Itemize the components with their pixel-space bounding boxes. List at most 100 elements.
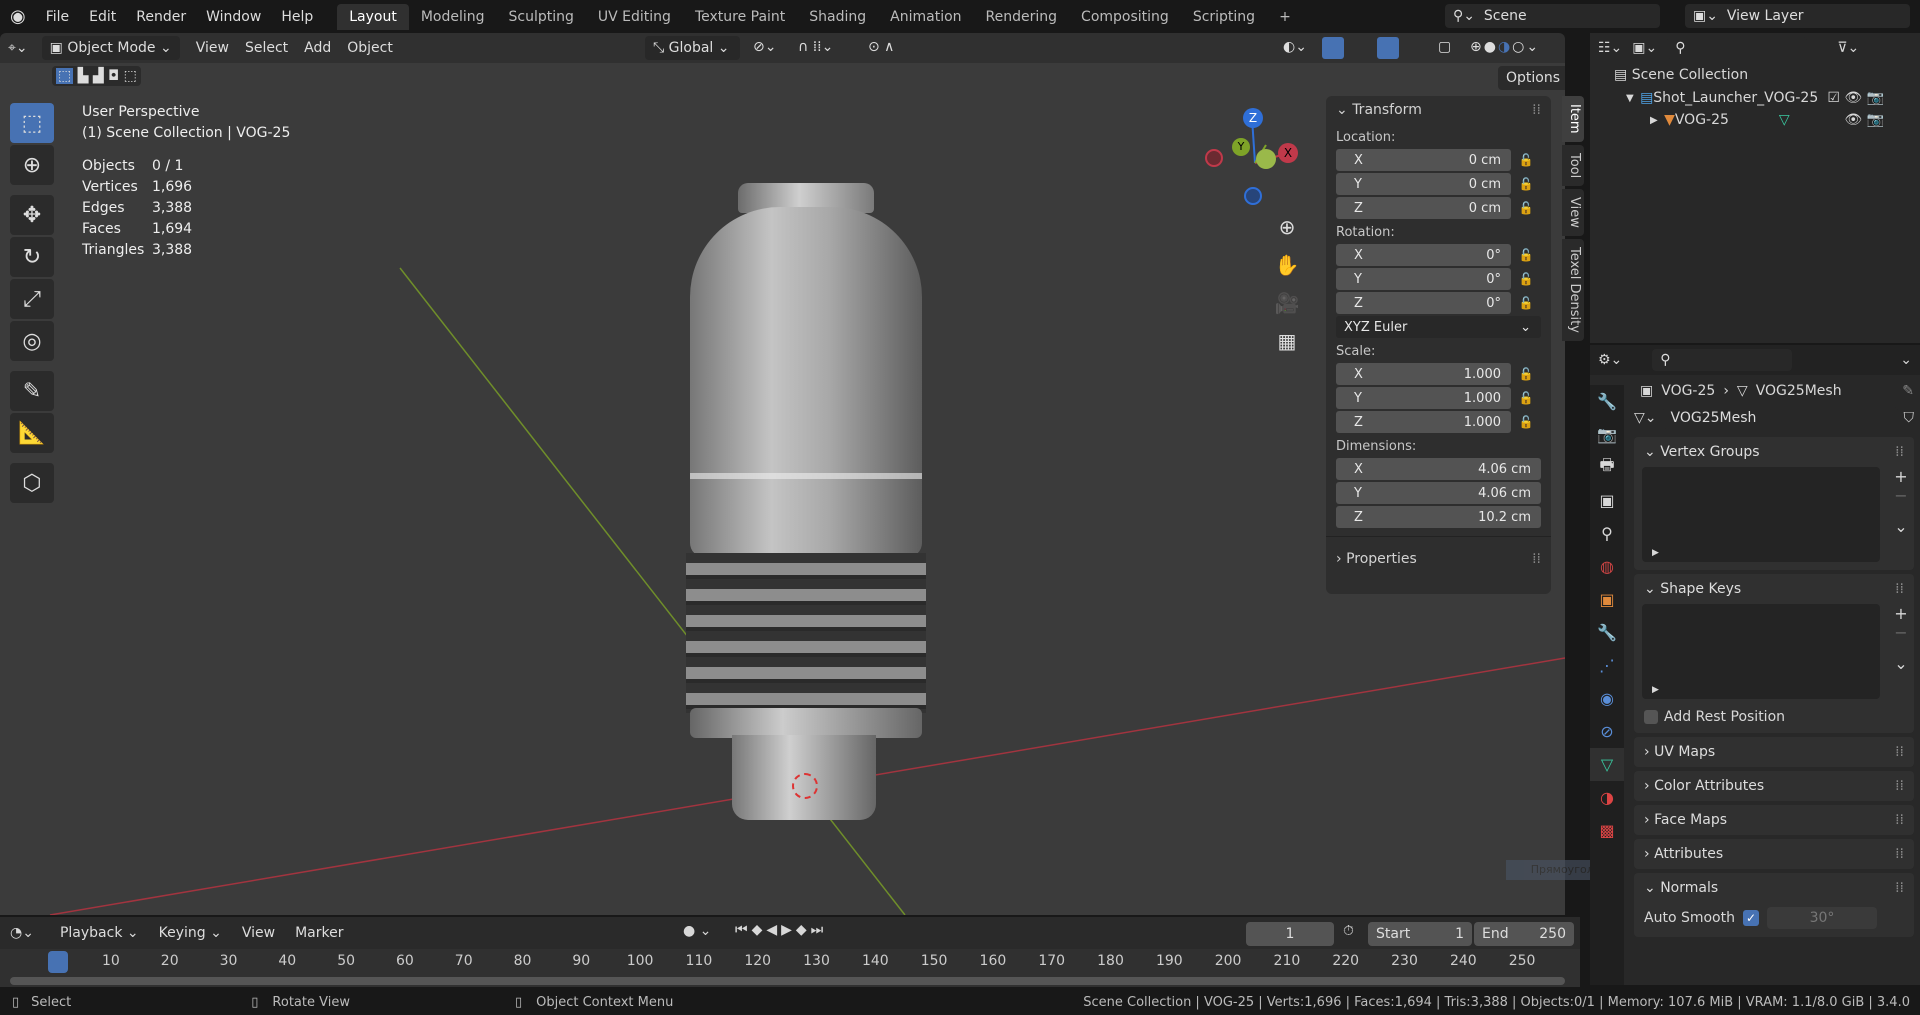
tab-view[interactable]: View [1562, 188, 1584, 236]
vertex-groups-list[interactable]: ▶ [1642, 467, 1880, 562]
add-rest-position-checkbox[interactable] [1644, 710, 1658, 724]
rot-y-field[interactable]: Y 0° [1336, 268, 1511, 290]
physics-tab-icon[interactable]: ◉ [1590, 682, 1624, 715]
camera-icon[interactable]: 🎥 [1272, 284, 1302, 322]
menu-keying[interactable]: Keying ⌄ [151, 922, 230, 944]
fake-user-icon[interactable]: ⛉ [1904, 410, 1915, 426]
move-tool-icon[interactable]: ✥ [10, 195, 54, 235]
specials-menu-icon[interactable]: ⌄ [1888, 654, 1914, 673]
pivot-icon[interactable]: ⊘⌄ [745, 36, 784, 58]
auto-smooth-angle-field[interactable]: 30° [1766, 907, 1877, 929]
view-layer-selector[interactable]: ▣⌄ View Layer [1685, 4, 1910, 28]
face-maps-panel[interactable]: › Face Maps ⁞⁞ [1634, 805, 1914, 835]
navigation-gizmo[interactable]: Z X Y [1200, 103, 1310, 213]
render-tab-icon[interactable]: 📷 [1590, 418, 1624, 451]
collapse-icon[interactable]: ⌄ [1900, 352, 1912, 368]
constraints-tab-icon[interactable]: ⊘ [1590, 715, 1624, 748]
specials-menu-icon[interactable]: ⌄ [1888, 517, 1914, 536]
dim-z-field[interactable]: Z 10.2 cm [1336, 506, 1541, 528]
gizmo-x[interactable]: X [1278, 143, 1298, 163]
attributes-panel[interactable]: › Attributes ⁞⁞ [1634, 839, 1914, 869]
checkbox-icon[interactable]: ☑ 👁 📷 [1827, 90, 1884, 106]
add-vertex-group-icon[interactable]: + [1888, 467, 1914, 486]
shading-modes-icon[interactable]: ⊕●◑○⌄ [1462, 36, 1548, 58]
dim-x-field[interactable]: X 4.06 cm [1336, 458, 1541, 480]
lock-icon[interactable]: 🔓 [1511, 248, 1541, 262]
menu-file[interactable]: File [36, 9, 79, 25]
shape-keys-list[interactable]: ▶ [1642, 604, 1880, 699]
gizmo-toggle-icon[interactable] [1322, 37, 1344, 59]
select-mode-icons[interactable]: ⬚ ▙ ▟ ◘ ⬚ [52, 66, 141, 86]
vertex-groups-header[interactable]: ⌄ Vertex Groups [1644, 444, 1760, 460]
overlay-toggle-icon[interactable] [1377, 37, 1399, 59]
gizmo-neg-x[interactable] [1205, 149, 1223, 167]
stopwatch-icon[interactable]: ⏱ [1343, 923, 1354, 939]
gizmo-z[interactable]: Z [1243, 108, 1263, 128]
mesh-browse-icon[interactable]: ▽⌄ [1634, 410, 1657, 426]
object-tab-icon[interactable]: ▣ [1590, 583, 1624, 616]
record-icon[interactable]: ● ⌄ [683, 923, 711, 939]
tab-item[interactable]: Item [1562, 96, 1584, 142]
view-layer-tab-icon[interactable]: ▣ [1590, 484, 1624, 517]
menu-add[interactable]: Add [296, 37, 339, 59]
snap-icon[interactable]: ∩ ⁞⁞⌄ [790, 36, 841, 58]
rotation-mode-dropdown[interactable]: XYZ Euler ⌄ [1336, 316, 1541, 338]
outliner-collection-row[interactable]: ▼ ▤ Shot_Launcher_VOG-25 ☑ 👁 📷 [1590, 87, 1920, 109]
remove-vertex-group-icon[interactable]: − [1888, 486, 1914, 505]
editor-type-icon[interactable]: ◔⌄ [10, 925, 34, 941]
properties-header[interactable]: › Properties [1336, 551, 1417, 567]
auto-smooth-checkbox[interactable]: ✓ [1742, 910, 1759, 926]
blender-logo-icon[interactable]: ◉ [0, 6, 36, 27]
loc-y-field[interactable]: Y 0 cm [1336, 173, 1511, 195]
output-tab-icon[interactable]: 🖶 [1590, 451, 1624, 484]
menu-select[interactable]: Select [237, 37, 296, 59]
pan-hand-icon[interactable]: ✋ [1272, 246, 1302, 284]
editor-type-icon[interactable]: ⌖⌄ [0, 37, 36, 59]
tab-modeling[interactable]: Modeling [409, 4, 497, 30]
world-tab-icon[interactable]: ◍ [1590, 550, 1624, 583]
outliner-object-row[interactable]: ▶ ▼ VOG-25 ▽ 👁 📷 [1590, 109, 1920, 131]
uv-maps-panel[interactable]: › UV Maps ⁞⁞ [1634, 737, 1914, 767]
lock-icon[interactable]: 🔓 [1511, 367, 1541, 381]
zoom-icon[interactable]: ⊕ [1272, 208, 1302, 246]
timeline-scrollbar[interactable] [10, 977, 1565, 985]
options-dropdown[interactable]: Options ⌄ [1498, 66, 1565, 90]
menu-view[interactable]: View [188, 37, 237, 59]
drag-handle-icon[interactable]: ⁞⁞ [1532, 102, 1541, 118]
loc-x-field[interactable]: X 0 cm [1336, 149, 1511, 171]
color-attributes-panel[interactable]: › Color Attributes ⁞⁞ [1634, 771, 1914, 801]
texture-tab-icon[interactable]: ▩ [1590, 814, 1624, 847]
menu-edit[interactable]: Edit [79, 9, 126, 25]
gizmo-neg-z[interactable] [1244, 187, 1262, 205]
lock-icon[interactable]: 🔓 [1511, 153, 1541, 167]
ortho-grid-icon[interactable]: ▦ [1272, 322, 1302, 360]
normals-header[interactable]: ⌄ Normals [1644, 880, 1718, 896]
scene-tab-icon[interactable]: ⚲ [1590, 517, 1624, 550]
lock-icon[interactable]: 🔓 [1511, 272, 1541, 286]
tab-tool[interactable]: Tool [1562, 144, 1584, 186]
gizmo-y[interactable]: Y [1232, 138, 1250, 156]
shape-keys-header[interactable]: ⌄ Shape Keys [1644, 581, 1741, 597]
annotate-tool-icon[interactable]: ✎ [10, 371, 54, 411]
mesh-data-tab-icon[interactable]: ▽ [1590, 748, 1624, 781]
add-shape-key-icon[interactable]: + [1888, 604, 1914, 623]
tab-texel-density[interactable]: Texel Density [1562, 238, 1584, 341]
proportional-edit-icon[interactable]: ⊙ ∧ [860, 36, 902, 58]
display-mode-icon[interactable]: ☷⌄ [1598, 40, 1622, 56]
dim-y-field[interactable]: Y 4.06 cm [1336, 482, 1541, 504]
material-tab-icon[interactable]: ◑ [1590, 781, 1624, 814]
measure-tool-icon[interactable]: 📐 [10, 413, 54, 453]
xray-icon[interactable]: ▢ [1430, 36, 1459, 58]
gizmo-y-handle[interactable] [1256, 149, 1276, 169]
properties-search-input[interactable]: ⚲ [1652, 349, 1793, 371]
transform-tool-icon[interactable]: ◎ [10, 321, 54, 361]
scl-x-field[interactable]: X 1.000 [1336, 363, 1511, 385]
visibility-icon[interactable]: ◐⌄ [1275, 36, 1315, 58]
lock-icon[interactable]: 🔓 [1511, 177, 1541, 191]
editor-type-icon[interactable]: ⚙⌄ [1598, 352, 1622, 368]
menu-object[interactable]: Object [339, 37, 401, 59]
menu-view[interactable]: View [234, 922, 283, 944]
tab-sculpting[interactable]: Sculpting [497, 4, 586, 30]
menu-playback[interactable]: Playback ⌄ [52, 922, 147, 944]
end-frame-field[interactable]: End 250 [1474, 922, 1574, 946]
